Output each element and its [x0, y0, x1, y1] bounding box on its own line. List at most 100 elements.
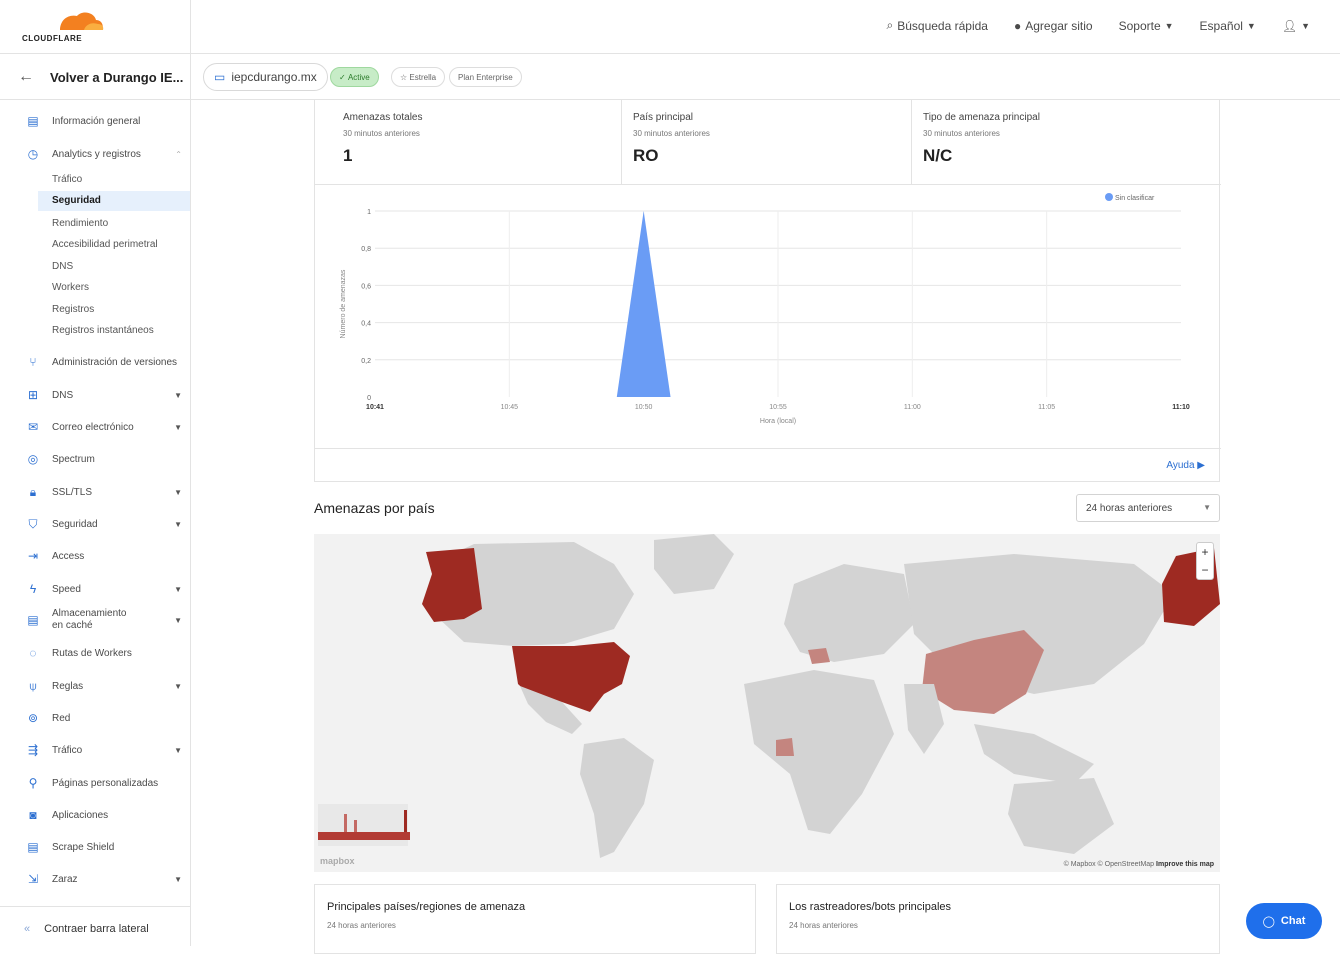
zoom-in-button[interactable]: +: [1197, 543, 1213, 561]
zoom-controls[interactable]: + −: [1196, 542, 1214, 580]
sidebar-item-caching[interactable]: ▤ Almacenamiento en caché ▼: [26, 608, 186, 632]
stat-subtitle: 30 minutos anteriores: [343, 129, 420, 138]
zaraz-icon: ⇲: [27, 872, 39, 886]
nigeria-shape: [776, 738, 794, 756]
collapse-sidebar-button[interactable]: « Contraer barra lateral: [0, 906, 190, 948]
chat-bubble-icon: ◯: [1262, 915, 1275, 928]
document-icon: ▤: [27, 114, 39, 128]
cloudflare-logo[interactable]: CLOUDFLARE: [22, 8, 112, 48]
sidebar-item-email[interactable]: ✉ Correo electrónico ▼: [26, 420, 186, 434]
south-america-shape: [580, 738, 654, 858]
sidebar-subitem-workers[interactable]: Workers: [52, 282, 89, 293]
collapse-label: Contraer barra lateral: [44, 923, 149, 935]
legend-gradient: [318, 832, 410, 840]
stat-top-threat-type: Tipo de amenaza principal 30 minutos ant…: [923, 112, 1040, 166]
cache-icon: ▤: [27, 613, 39, 627]
quick-search-button[interactable]: ⌕ Búsqueda rápida: [886, 18, 987, 33]
plus-circle-icon: ●: [1013, 18, 1022, 33]
sidebar-subitem-performance[interactable]: Rendimiento: [52, 218, 108, 229]
y-axis-label: Número de amenazas: [340, 269, 347, 338]
sidebar-item-traffic[interactable]: ⇶ Tráfico ▼: [26, 743, 186, 757]
sidebar-item-analytics[interactable]: ◷ Analytics y registros ⌃: [26, 147, 186, 161]
sidebar-item-rules[interactable]: ⍦ Reglas ▼: [26, 679, 186, 694]
zone-bar: ← Volver a Durango IE... ▭ iepcdurango.m…: [0, 54, 1340, 100]
sidebar: ▤ Información general ◷ Analytics y regist…: [0, 100, 190, 948]
stat-title: Amenazas totales: [343, 112, 423, 123]
y-tick-label: 0,6: [361, 283, 371, 290]
zoom-out-button[interactable]: −: [1197, 561, 1213, 579]
add-site-label: Agregar sitio: [1025, 18, 1093, 33]
sidebar-item-workers-routes[interactable]: ◌ Rutas de Workers: [26, 646, 186, 660]
lock-icon: 🔒︎: [29, 485, 37, 499]
caret-down-icon: ▼: [174, 682, 182, 691]
clock-icon: ◷: [27, 147, 39, 161]
user-menu[interactable]: 👤︎ ▼: [1282, 19, 1310, 33]
improve-map-link[interactable]: Improve this map: [1156, 861, 1214, 868]
legend-bar: [404, 810, 407, 832]
add-site-button[interactable]: ● Agregar sitio: [1014, 19, 1093, 33]
threat-world-map[interactable]: + − mapbox © Mapbox © OpenStreetMap Impro…: [314, 534, 1220, 872]
caret-down-icon: ▼: [1246, 20, 1256, 31]
access-icon: ⇥: [27, 549, 39, 563]
caret-down-icon: ▼: [1203, 503, 1211, 512]
y-tick-label: 0,4: [361, 321, 371, 328]
shield-icon: ⛉: [28, 517, 38, 531]
caret-down-icon: ▼: [1301, 20, 1310, 31]
double-chevron-left-icon: «: [24, 923, 31, 935]
chat-label: Chat: [1280, 915, 1306, 927]
sidebar-item-ssl-tls[interactable]: 🔒︎ SSL/TLS ▼: [26, 485, 186, 500]
time-range-select[interactable]: 24 horas anteriores ▼: [1076, 494, 1220, 522]
top-countries-card: Principales países/regiones de amenaza 2…: [314, 884, 756, 954]
sidebar-subitem-security[interactable]: Seguridad: [38, 191, 190, 211]
sidebar-item-overview[interactable]: ▤ Información general: [26, 114, 186, 128]
network-icon: ⊞: [27, 388, 39, 402]
sidebar-item-security[interactable]: ⛉ Seguridad ▼: [26, 517, 186, 532]
language-label: Español: [1199, 18, 1243, 33]
sidebar-item-network[interactable]: ⊚ Red: [26, 711, 186, 725]
section-title: Amenazas por país: [314, 500, 435, 516]
workers-icon: ◌: [29, 646, 37, 660]
caret-down-icon: ▼: [174, 488, 182, 497]
sidebar-subitem-dns[interactable]: DNS: [52, 261, 73, 272]
top-bots-card: Los rastreadores/bots principales 24 hor…: [776, 884, 1220, 954]
attribution-text: © Mapbox © OpenStreetMap: [1063, 861, 1155, 868]
sidebar-subitem-instant-logs[interactable]: Registros instantáneos: [52, 325, 154, 336]
alaska-shape: [422, 548, 482, 622]
sidebar-item-apps[interactable]: ◙ Aplicaciones: [26, 808, 186, 822]
support-menu[interactable]: Soporte ▼: [1119, 19, 1174, 33]
sidebar-item-custom-pages[interactable]: ⚲ Páginas personalizadas: [26, 776, 186, 790]
user-icon: 👤︎: [1281, 18, 1298, 33]
card-title: Principales países/regiones de amenaza: [327, 901, 526, 913]
chat-button[interactable]: ◯ Chat: [1246, 903, 1322, 939]
sidebar-item-spectrum[interactable]: ◎ Spectrum: [26, 452, 186, 466]
sidebar-item-zaraz[interactable]: ⇲ Zaraz ▼: [26, 872, 186, 886]
help-link[interactable]: Ayuda ▶: [1166, 460, 1205, 471]
sidebar-item-speed[interactable]: ϟ Speed ▼: [26, 582, 186, 596]
logo-text: CLOUDFLARE: [22, 34, 83, 43]
sidebar-subitem-logs[interactable]: Registros: [52, 304, 94, 315]
sidebar-item-dns[interactable]: ⊞ DNS ▼: [26, 388, 186, 402]
y-tick-label: 1: [367, 209, 371, 216]
status-badge: ✓ Active: [330, 67, 379, 87]
sidebar-item-access[interactable]: ⇥ Access: [26, 549, 186, 563]
y-tick-label: 0,2: [361, 358, 371, 365]
sidebar-item-scrape-shield[interactable]: ▤ Scrape Shield: [26, 840, 186, 854]
cloud-icon: [60, 12, 104, 30]
sidebar-item-version-management[interactable]: ⑂ Administración de versiones: [26, 355, 186, 369]
x-tick-label: 11:00: [904, 404, 921, 411]
language-menu[interactable]: Español ▼: [1200, 19, 1256, 33]
back-to-account-link[interactable]: ← Volver a Durango IE...: [18, 68, 183, 86]
card-subtitle: 24 horas anteriores: [789, 921, 858, 930]
back-label: Volver a Durango IE...: [50, 69, 184, 85]
caret-down-icon: ▼: [174, 745, 182, 755]
sidebar-subitem-edge-reachability[interactable]: Accesibilidad perimetral: [52, 239, 158, 250]
domain-selector[interactable]: ▭ iepcdurango.mx: [203, 63, 328, 91]
stat-total-threats: Amenazas totales 30 minutos anteriores 1: [343, 112, 423, 166]
star-button[interactable]: ☆ Estrella: [391, 67, 446, 87]
series-area: [616, 211, 671, 397]
x-tick-label: 10:45: [501, 404, 519, 411]
time-range-value: 24 horas anteriores: [1086, 503, 1173, 514]
sidebar-subitem-traffic[interactable]: Tráfico: [52, 174, 82, 185]
divider: [315, 448, 1221, 449]
caret-down-icon: ▼: [174, 520, 182, 529]
